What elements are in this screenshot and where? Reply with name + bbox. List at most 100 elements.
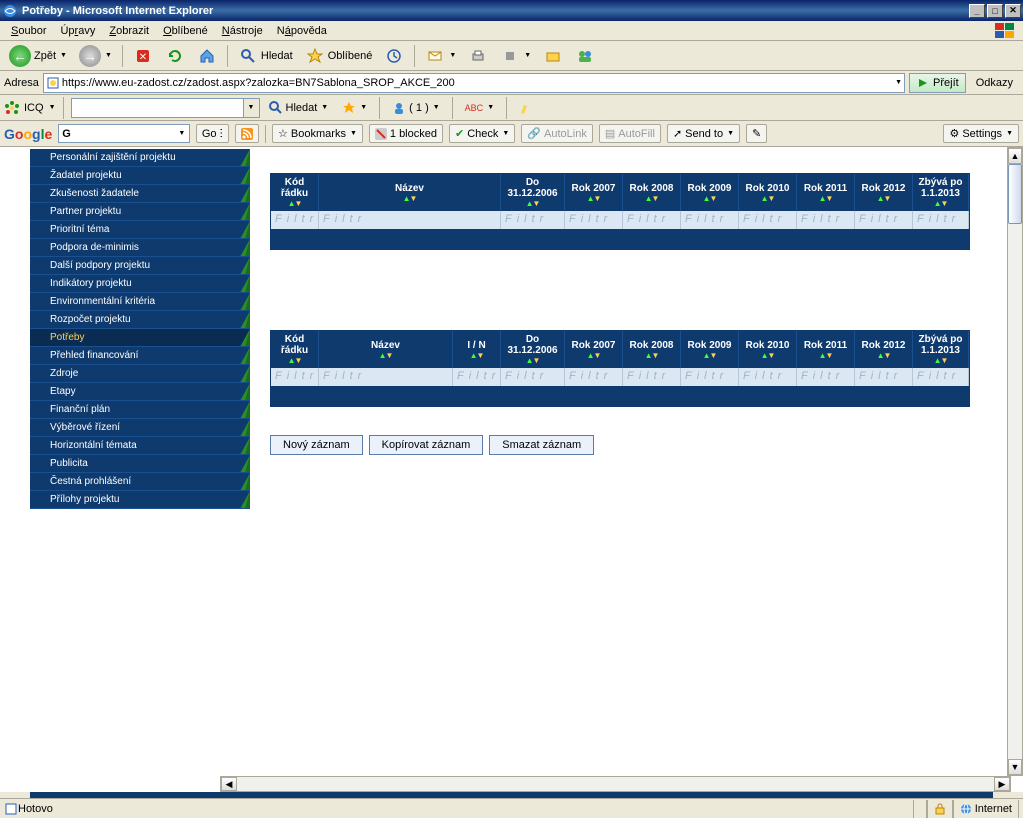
url-input[interactable] [60,77,894,89]
menu-oblibene[interactable]: Oblíbené [156,23,215,39]
filter-cell[interactable]: Filtr [855,368,913,386]
sidebar-item[interactable]: Přílohy projektu [30,491,250,509]
col-2012[interactable]: Rok 2012▲▼ [855,331,913,368]
filter-cell[interactable]: Filtr [623,368,681,386]
sidebar-item[interactable]: Výběrové řízení [30,419,250,437]
history-button[interactable] [379,44,409,68]
new-record-button[interactable]: Nový záznam [270,435,363,455]
sidebar-item[interactable]: Čestná prohlášení [30,473,250,491]
home-button[interactable] [192,44,222,68]
menu-napoveda[interactable]: Nápověda [270,23,334,39]
col-2007[interactable]: Rok 2007▲▼ [565,331,623,368]
filter-cell[interactable]: Filtr [501,368,565,386]
filter-cell[interactable]: Filtr [271,368,319,386]
delete-record-button[interactable]: Smazat záznam [489,435,594,455]
messenger-button[interactable] [570,44,600,68]
horizontal-scrollbar[interactable]: ◀ ▶ [220,776,1011,792]
mail-button[interactable]: ▼ [420,44,461,68]
col-2010[interactable]: Rok 2010▲▼ [739,174,797,211]
filter-cell[interactable]: Filtr [797,211,855,229]
google-search-combo[interactable]: G▼ [58,124,190,143]
sidebar-item[interactable]: Publicita [30,455,250,473]
links-label[interactable]: Odkazy [970,77,1019,89]
col-2007[interactable]: Rok 2007▲▼ [565,174,623,211]
menu-nastroje[interactable]: Nástroje [215,23,270,39]
scroll-right-icon[interactable]: ▶ [994,777,1010,791]
filter-cell[interactable]: Filtr [681,368,739,386]
google-autofill-button[interactable]: ▤AutoFill [599,124,661,143]
google-go-button[interactable]: Go ⵗ [196,124,229,143]
sidebar-item[interactable]: Rozpočet projektu [30,311,250,329]
google-sendto-button[interactable]: ➚Send to▼ [667,124,740,143]
menu-zobrazit[interactable]: Zobrazit [102,23,156,39]
filter-cell[interactable]: Filtr [797,368,855,386]
filter-cell[interactable]: Filtr [319,211,501,229]
google-autolink-button[interactable]: 🔗AutoLink [521,124,593,143]
col-nazev[interactable]: Název▲▼ [319,174,501,211]
filter-cell[interactable]: Filtr [739,368,797,386]
stop-button[interactable]: ✕ [128,44,158,68]
minimize-button[interactable]: _ [969,4,985,18]
filter-cell[interactable]: Filtr [913,368,969,386]
filter-cell[interactable]: Filtr [319,368,453,386]
sidebar-item[interactable]: Partner projektu [30,203,250,221]
sidebar-item[interactable]: Zdroje [30,365,250,383]
chevron-down-icon[interactable]: ▼ [895,79,902,86]
scroll-left-icon[interactable]: ◀ [221,777,237,791]
sidebar-item[interactable]: Environmentální kritéria [30,293,250,311]
col-zbyva[interactable]: Zbývá po 1.1.2013▲▼ [913,174,969,211]
col-do[interactable]: Do 31.12.2006▲▼ [501,174,565,211]
filter-cell[interactable]: Filtr [565,368,623,386]
refresh-button[interactable] [160,44,190,68]
favorites-button[interactable]: Oblíbené [300,44,378,68]
icq-search-button[interactable]: Hledat▼ [264,96,334,120]
chevron-down-icon[interactable]: ▼ [243,99,259,117]
col-do[interactable]: Do 31.12.2006▲▼ [501,331,565,368]
chevron-down-icon[interactable]: ▼ [175,130,189,137]
col-2009[interactable]: Rok 2009▲▼ [681,331,739,368]
col-2008[interactable]: Rok 2008▲▼ [623,174,681,211]
filter-cell[interactable]: Filtr [623,211,681,229]
restore-button[interactable]: □ [987,4,1003,18]
google-feed-button[interactable] [235,124,259,143]
sidebar-item[interactable]: Prioritní téma [30,221,250,239]
scroll-up-icon[interactable]: ▲ [1008,148,1022,164]
filter-cell[interactable]: Filtr [855,211,913,229]
google-search-input[interactable] [74,128,174,140]
sidebar-item[interactable]: Žadatel projektu [30,167,250,185]
filter-cell[interactable]: Filtr [501,211,565,229]
menu-upravy[interactable]: Úpravy [53,23,102,39]
forward-button[interactable]: → ▼ [74,44,117,68]
google-blocked-button[interactable]: 1 blocked [369,124,443,143]
chevron-down-icon[interactable]: ▼ [49,104,56,111]
filter-cell[interactable]: Filtr [913,211,969,229]
icq-people-button[interactable]: ( 1 )▼ [387,96,445,120]
col-kod[interactable]: Kód řádku▲▼ [271,174,319,211]
back-button[interactable]: ← Zpět ▼ [4,44,72,68]
col-zbyva[interactable]: Zbývá po 1.1.2013▲▼ [913,331,969,368]
google-highlight-button[interactable]: ✎ [746,124,767,143]
close-button[interactable]: ✕ [1005,4,1021,18]
vertical-scrollbar[interactable]: ▲ ▼ [1007,147,1023,776]
search-button[interactable]: Hledat [233,44,298,68]
col-2012[interactable]: Rok 2012▲▼ [855,174,913,211]
print-button[interactable] [463,44,493,68]
scroll-thumb[interactable] [1008,164,1022,224]
col-kod[interactable]: Kód řádku▲▼ [271,331,319,368]
google-settings-button[interactable]: ⚙Settings▼ [943,124,1019,143]
discuss-button[interactable] [538,44,568,68]
scroll-down-icon[interactable]: ▼ [1008,759,1022,775]
sidebar-item[interactable]: Personální zajištění projektu [30,149,250,167]
google-bookmarks-button[interactable]: ☆Bookmarks▼ [272,124,363,143]
icq-search-input[interactable] [72,102,242,114]
col-2011[interactable]: Rok 2011▲▼ [797,174,855,211]
sidebar-item[interactable]: Horizontální témata [30,437,250,455]
icq-search-combo[interactable]: ▼ [71,98,260,118]
col-2011[interactable]: Rok 2011▲▼ [797,331,855,368]
filter-cell[interactable]: Filtr [453,368,501,386]
url-field-wrap[interactable]: ▼ [43,73,905,93]
sidebar-item[interactable]: Etapy [30,383,250,401]
sidebar-item[interactable]: Potřeby [30,329,250,347]
sidebar-item[interactable]: Finanční plán [30,401,250,419]
sidebar-item[interactable]: Podpora de-minimis [30,239,250,257]
